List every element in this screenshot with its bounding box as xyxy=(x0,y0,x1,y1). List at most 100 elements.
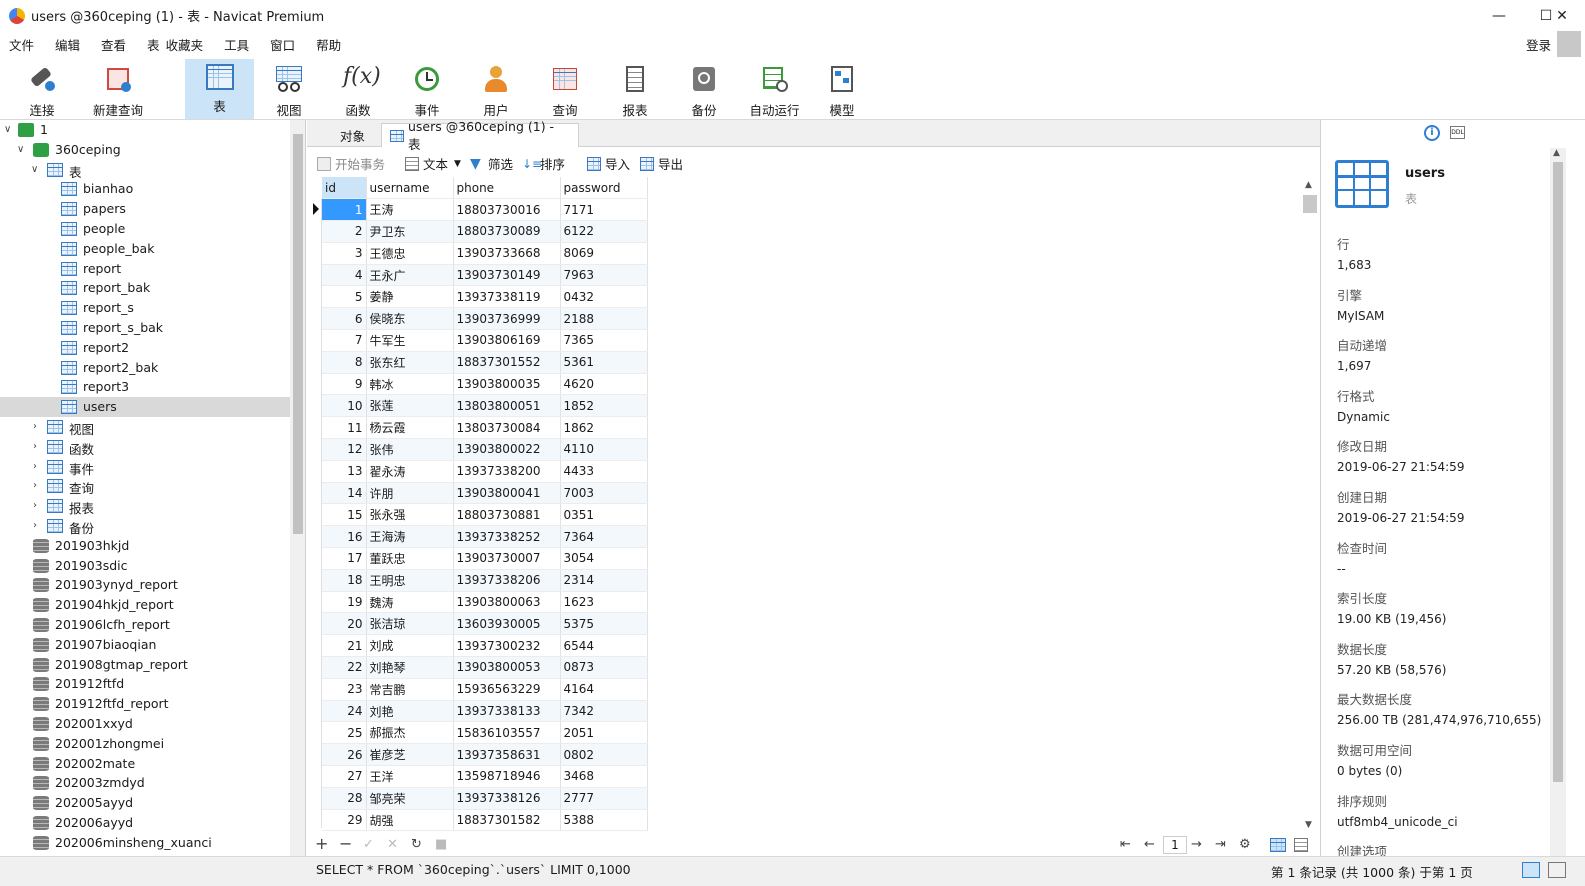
cell-password[interactable]: 2777 xyxy=(560,787,648,810)
menu-file[interactable]: 文件 xyxy=(0,35,46,54)
chevron-down-icon[interactable]: ∨ xyxy=(17,144,24,155)
table-row[interactable]: 5 姜静 13937338119 0432 xyxy=(322,285,648,309)
grid-vertical-scrollbar[interactable]: ▲ ▼ xyxy=(1302,177,1318,834)
last-page-icon[interactable]: ⇥ xyxy=(1215,837,1226,852)
cell-phone[interactable]: 13903800035 xyxy=(453,373,561,396)
tree-group-clock[interactable]: › 事件 xyxy=(0,457,290,477)
cell-id[interactable]: 1 xyxy=(322,198,367,222)
column-header-id[interactable]: id xyxy=(322,177,367,200)
tree-table-report-s[interactable]: report_s xyxy=(0,298,290,318)
cell-id[interactable]: 20 xyxy=(322,612,367,636)
tree-database[interactable]: 201908gtmap_report xyxy=(0,655,290,675)
cell-password[interactable]: 8069 xyxy=(560,242,648,265)
info-scroll-thumb[interactable] xyxy=(1553,162,1563,782)
tree-database[interactable]: 202001xxyd xyxy=(0,714,290,734)
cell-phone[interactable]: 13903800022 xyxy=(453,438,561,461)
cell-username[interactable]: 翟永涛 xyxy=(366,460,454,483)
cell-username[interactable]: 董跃忠 xyxy=(366,547,454,570)
cell-password[interactable]: 7365 xyxy=(560,329,648,352)
cell-password[interactable]: 1862 xyxy=(560,416,648,440)
cell-password[interactable]: 7003 xyxy=(560,482,648,505)
cell-username[interactable]: 韩冰 xyxy=(366,373,454,396)
cell-phone[interactable]: 13603930005 xyxy=(453,612,561,636)
cell-password[interactable]: 5375 xyxy=(560,612,648,636)
table-row[interactable]: 4 王永广 13903730149 7963 xyxy=(322,264,648,287)
cell-phone[interactable]: 13903736999 xyxy=(453,307,561,331)
avatar[interactable] xyxy=(1557,31,1581,57)
cell-phone[interactable]: 15836103557 xyxy=(453,721,561,745)
cell-username[interactable]: 张莲 xyxy=(366,394,454,418)
cell-username[interactable]: 张伟 xyxy=(366,438,454,461)
toolbar-model[interactable]: 模型 xyxy=(817,59,867,119)
cell-username[interactable]: 张洁琼 xyxy=(366,612,454,636)
table-row[interactable]: 8 张东红 18837301552 5361 xyxy=(322,351,648,374)
cell-username[interactable]: 常吉鹏 xyxy=(366,678,454,701)
toolbar-new-query[interactable]: 新建查询 xyxy=(88,59,148,119)
toolbar-connect[interactable]: 连接 xyxy=(20,59,64,119)
cell-password[interactable]: 2314 xyxy=(560,569,648,592)
table-row[interactable]: 17 董跃忠 13903730007 3054 xyxy=(322,547,648,570)
tree-database[interactable]: 202006minsheng_xuanci xyxy=(0,833,290,853)
login-link[interactable]: 登录 xyxy=(1526,35,1551,54)
cell-phone[interactable]: 13937338133 xyxy=(453,700,561,723)
cell-id[interactable]: 8 xyxy=(322,351,367,374)
table-row[interactable]: 2 尹卫东 18803730089 6122 xyxy=(322,220,648,243)
table-row[interactable]: 23 常吉鹏 15936563229 4164 xyxy=(322,678,648,701)
cell-password[interactable]: 0802 xyxy=(560,743,648,767)
tree-database[interactable]: 201903hkjd xyxy=(0,536,290,556)
info-icon[interactable]: i xyxy=(1424,125,1440,141)
tree-table-report3[interactable]: report3 xyxy=(0,377,290,397)
toolbar-report[interactable]: 报表 xyxy=(610,59,660,119)
menu-favorites[interactable]: 收藏夹 xyxy=(166,35,216,54)
cell-username[interactable]: 刘成 xyxy=(366,634,454,658)
tree-table-bianhao[interactable]: bianhao xyxy=(0,179,290,199)
cell-id[interactable]: 11 xyxy=(322,416,367,440)
toolbar-table[interactable]: 表 xyxy=(185,59,254,119)
cell-password[interactable]: 3468 xyxy=(560,765,648,788)
cell-username[interactable]: 邹亮荣 xyxy=(366,787,454,810)
close-button[interactable]: ✕ xyxy=(1539,0,1585,31)
cell-id[interactable]: 16 xyxy=(322,525,367,549)
toolbar-view[interactable]: 视图 xyxy=(264,59,314,119)
cell-password[interactable]: 2051 xyxy=(560,721,648,745)
tree-group-function[interactable]: › 函数 xyxy=(0,437,290,457)
cell-password[interactable]: 1852 xyxy=(560,394,648,418)
tree-table-people[interactable]: people xyxy=(0,219,290,239)
cell-id[interactable]: 26 xyxy=(322,743,367,767)
scroll-up-icon[interactable]: ▲ xyxy=(1305,180,1312,190)
cell-id[interactable]: 13 xyxy=(322,460,367,483)
menu-help[interactable]: 帮助 xyxy=(307,35,353,54)
cell-id[interactable]: 24 xyxy=(322,700,367,723)
cell-phone[interactable]: 18803730089 xyxy=(453,220,561,243)
column-header-username[interactable]: username xyxy=(366,177,454,200)
export-button[interactable]: 导出 xyxy=(640,154,683,173)
cell-password[interactable]: 7171 xyxy=(560,198,648,222)
tree-table-report2[interactable]: report2 xyxy=(0,338,290,358)
table-row[interactable]: 22 刘艳琴 13903800053 0873 xyxy=(322,656,648,679)
cell-password[interactable]: 0432 xyxy=(560,285,648,309)
grid-scroll-thumb[interactable] xyxy=(1303,195,1317,213)
first-page-icon[interactable]: ⇤ xyxy=(1120,837,1131,852)
tab-users-table[interactable]: users @360ceping (1) - 表 xyxy=(381,119,579,152)
tree-vertical-scrollbar[interactable] xyxy=(290,120,305,886)
tree-table-report-bak[interactable]: report_bak xyxy=(0,278,290,298)
chevron-right-icon[interactable]: › xyxy=(33,520,37,531)
menu-tools[interactable]: 工具 xyxy=(215,35,261,54)
tree-database[interactable]: 202003zmdyd xyxy=(0,773,290,793)
table-row[interactable]: 26 崔彦芝 13937358631 0802 xyxy=(322,743,648,767)
cell-id[interactable]: 28 xyxy=(322,787,367,810)
cell-phone[interactable]: 13903800063 xyxy=(453,591,561,614)
cell-password[interactable]: 7364 xyxy=(560,525,648,549)
chevron-down-icon[interactable]: ∨ xyxy=(4,124,11,135)
cell-username[interactable]: 王德忠 xyxy=(366,242,454,265)
text-view-button[interactable]: 文本 ▼ xyxy=(405,154,461,173)
form-view-icon[interactable] xyxy=(1294,838,1308,852)
grid-view-icon[interactable] xyxy=(1270,838,1286,852)
table-row[interactable]: 16 王海涛 13937338252 7364 xyxy=(322,525,648,549)
stop-icon[interactable]: ■ xyxy=(435,837,447,852)
cell-password[interactable]: 4164 xyxy=(560,678,648,701)
menu-table[interactable]: 表 xyxy=(138,35,166,54)
cell-id[interactable]: 7 xyxy=(322,329,367,352)
table-row[interactable]: 18 王明忠 13937338206 2314 xyxy=(322,569,648,592)
cell-username[interactable]: 魏涛 xyxy=(366,591,454,614)
